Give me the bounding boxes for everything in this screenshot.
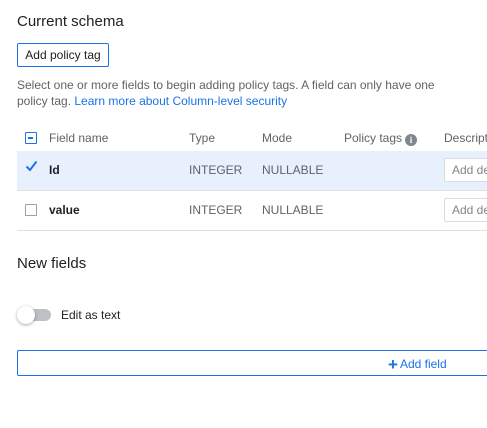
add-field-label: Add field <box>399 357 447 371</box>
header-mode: Mode <box>262 131 293 145</box>
add-policy-tag-button[interactable]: Add policy tag <box>17 43 109 67</box>
column-level-security-link[interactable]: Learn more about Column-level security <box>74 94 287 108</box>
table-row[interactable]: value INTEGER NULLABLE Add de <box>17 191 487 231</box>
header-policy-tags-label: Policy tags <box>344 131 403 145</box>
header-policy-tags: Policy tags i <box>344 131 418 146</box>
header-description: Descripti <box>444 131 487 145</box>
edit-as-text-label: Edit as text <box>61 308 121 322</box>
header-field-name: Field name <box>49 131 109 145</box>
current-schema-title: Current schema <box>17 13 124 30</box>
info-icon[interactable]: i <box>405 134 418 146</box>
toggle-knob <box>17 306 35 324</box>
select-all-checkbox[interactable] <box>25 132 37 144</box>
row-checkbox-checked[interactable] <box>25 159 38 172</box>
description-input[interactable]: Add de <box>444 158 487 182</box>
plus-icon: + <box>388 355 398 374</box>
add-field-button[interactable]: + Add field <box>17 350 487 376</box>
table-header: Field name Type Mode Policy tags i Descri… <box>17 124 487 152</box>
field-mode: NULLABLE <box>262 163 324 177</box>
new-fields-title: New fields <box>17 255 87 272</box>
table-row[interactable]: Id INTEGER NULLABLE Add de <box>17 151 487 191</box>
header-type: Type <box>189 131 216 145</box>
add-field-content: + Add field <box>388 355 447 375</box>
schema-editor: Current schema Add policy tag Select one… <box>0 0 487 428</box>
description-input[interactable]: Add de <box>444 198 487 222</box>
row-checkbox[interactable] <box>25 204 37 216</box>
help-text: Select one or more fields to begin addin… <box>17 77 457 109</box>
field-type: INTEGER <box>189 163 243 177</box>
field-mode: NULLABLE <box>262 203 324 217</box>
field-name: value <box>49 203 80 217</box>
edit-as-text-toggle[interactable] <box>17 306 53 324</box>
field-type: INTEGER <box>189 203 243 217</box>
checkmark-icon <box>25 160 38 172</box>
field-name: Id <box>49 163 60 177</box>
